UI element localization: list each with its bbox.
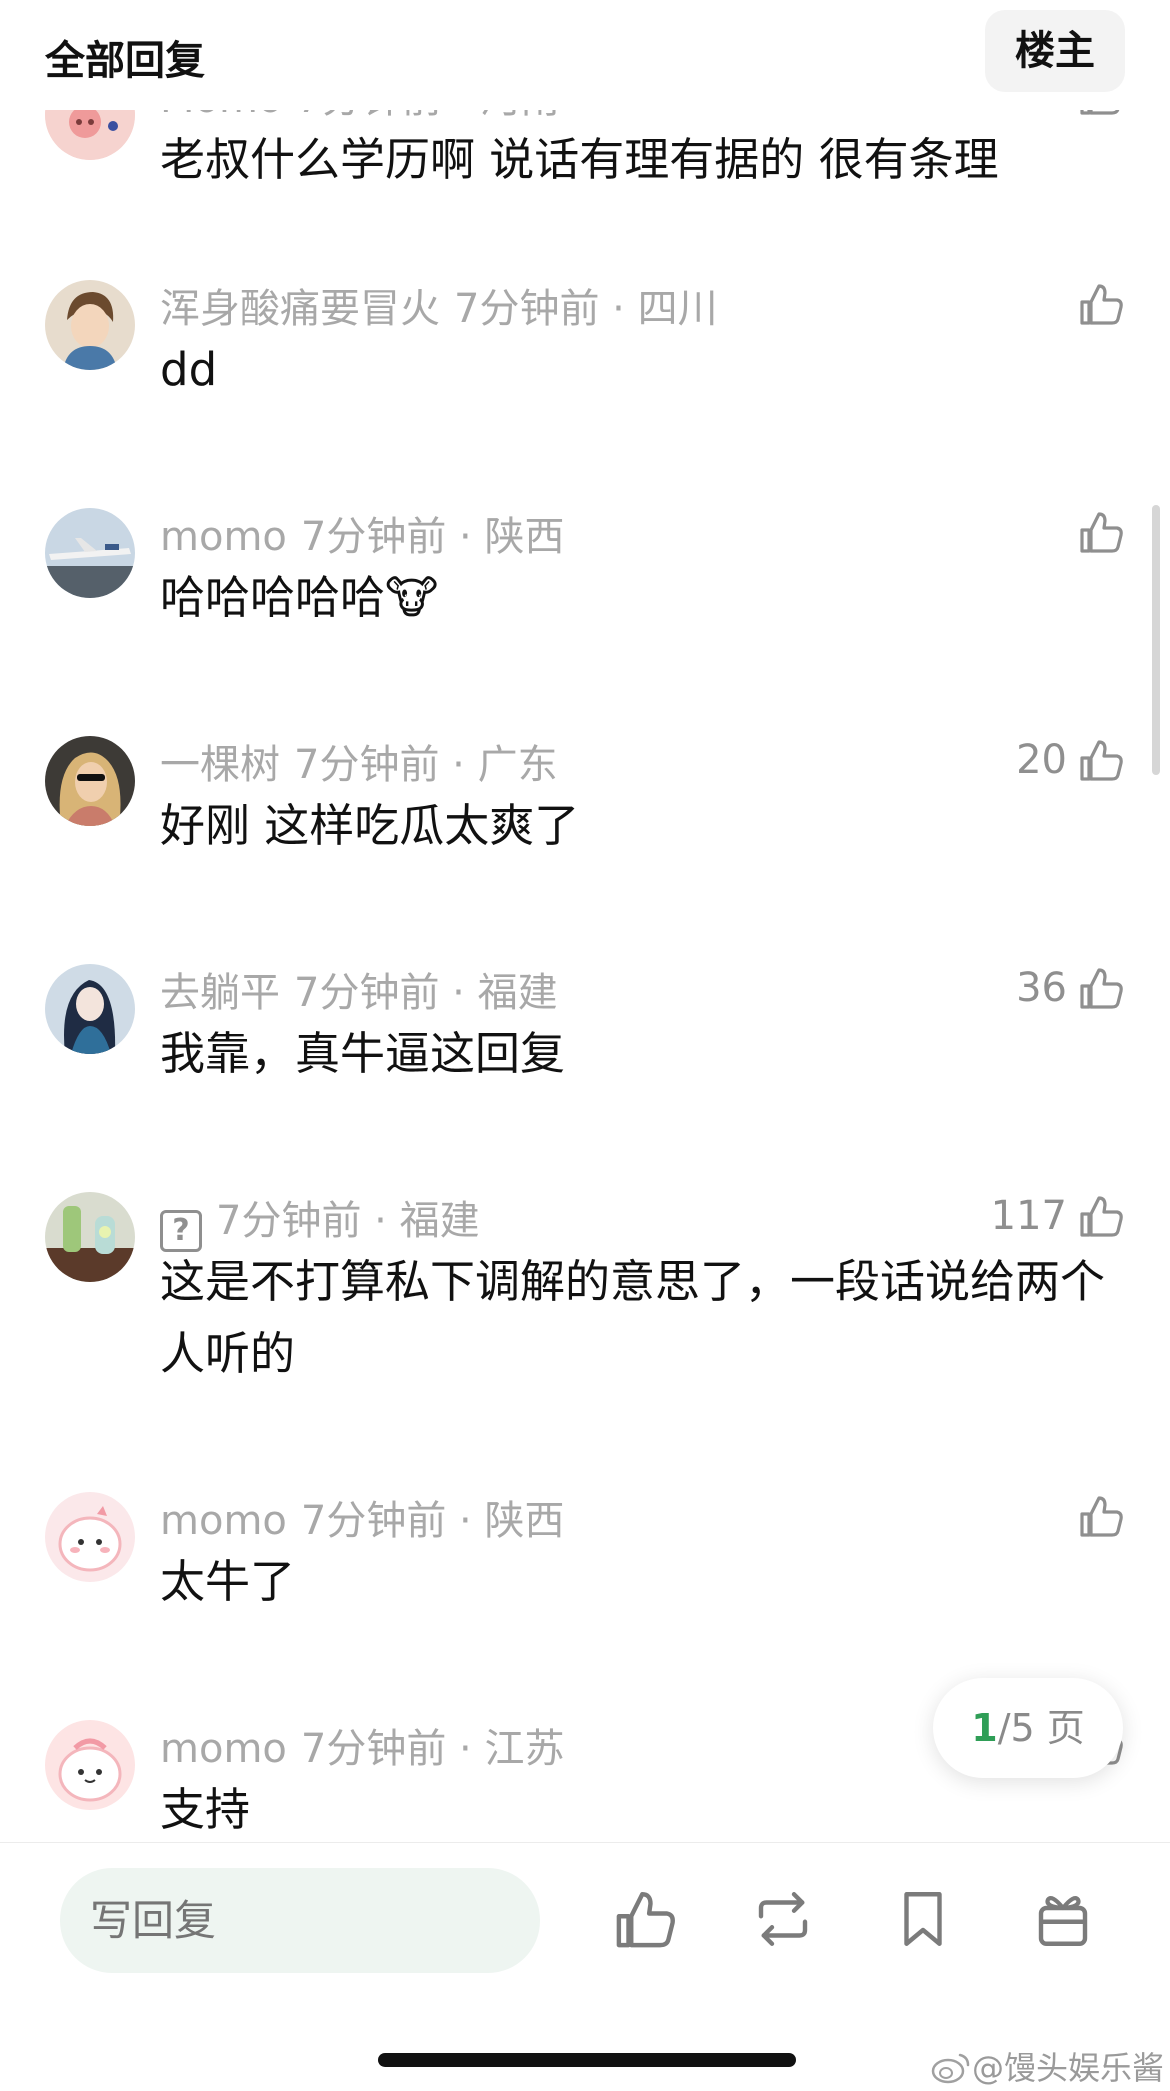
reply-input[interactable] <box>60 1868 540 1973</box>
watermark: @馒头娱乐酱 <box>930 2043 1164 2089</box>
list-item: 去躺平 7分钟前 · 福建 36 我靠，真牛逼这回复 <box>0 964 1170 1134</box>
comment-meta: 一棵树 7分钟前 · 广东 <box>160 742 558 788</box>
home-indicator[interactable] <box>378 2053 796 2067</box>
like-count: 36 <box>1016 965 1067 1011</box>
like-button[interactable] <box>1077 274 1125 334</box>
comment-meta: momo 7分钟前 · 陕西 <box>160 1498 565 1544</box>
avatar[interactable] <box>45 1192 135 1282</box>
avatar[interactable] <box>45 508 135 598</box>
list-item: 浑身酸痛要冒火 7分钟前 · 四川 dd <box>0 280 1170 450</box>
like-button[interactable]: 36 <box>1016 958 1125 1018</box>
like-button[interactable] <box>1077 1486 1125 1546</box>
comment-text: 支持 <box>160 1783 251 1836</box>
gift-icon[interactable] <box>1030 1886 1096 1952</box>
thumbs-up-icon <box>1080 110 1120 115</box>
commenter-name[interactable]: momo <box>160 514 287 560</box>
avatar[interactable] <box>45 736 135 826</box>
like-button[interactable]: 31 <box>1016 110 1125 124</box>
like-button[interactable]: 117 <box>991 1186 1125 1246</box>
comment-meta: 去躺平 7分钟前 · 福建 <box>160 970 558 1016</box>
header: 全部回复 楼主 <box>0 0 1170 110</box>
repost-icon[interactable] <box>750 1886 816 1952</box>
comment-text: 老叔什么学历啊 说话有理有据的 很有条理 <box>160 133 999 186</box>
comment-text: 哈哈哈哈哈🐮 <box>160 571 439 624</box>
commenter-name[interactable]: 浑身酸痛要冒火 <box>160 286 440 332</box>
comment-list[interactable]: Momo7分钟前 · 河南 31 老叔什么学历啊 说话有理有据的 很有条理 浑身… <box>0 110 1170 1842</box>
thumbs-up-icon <box>1080 968 1123 1009</box>
comment-text: 太牛了 <box>160 1555 296 1608</box>
commenter-name[interactable]: Momo <box>160 110 282 122</box>
comment-text: 我靠，真牛逼这回复 <box>160 1027 566 1080</box>
thumbs-up-icon <box>1080 1496 1123 1537</box>
like-button[interactable] <box>1077 502 1125 562</box>
avatar[interactable] <box>45 280 135 370</box>
owner-only-button[interactable]: 楼主 <box>985 10 1125 92</box>
comment-text: 好刚 这样吃瓜太爽了 <box>160 799 580 852</box>
page-indicator[interactable]: 1/5 页 <box>933 1678 1123 1778</box>
comment-text: 这是不打算私下调解的意思了，一段话说给两个人听的 <box>160 1255 1106 1380</box>
thumbs-up-icon <box>1080 740 1123 781</box>
commenter-name[interactable]: 去躺平 <box>160 970 280 1016</box>
commenter-name[interactable]: momo <box>160 1726 287 1772</box>
page-title: 全部回复 <box>45 38 205 84</box>
avatar[interactable] <box>45 1720 135 1810</box>
cow-emoji: 🐮 <box>385 571 439 624</box>
avatar[interactable] <box>45 964 135 1054</box>
avatar[interactable] <box>45 1492 135 1582</box>
thumbs-up-icon <box>1080 512 1123 553</box>
scrollbar[interactable] <box>1152 505 1160 775</box>
like-count: 117 <box>990 1193 1067 1239</box>
current-page: 1 <box>971 1706 998 1750</box>
like-count: 31 <box>1016 110 1067 117</box>
comment-meta: momo 7分钟前 · 陕西 <box>160 514 565 560</box>
commenter-name[interactable]: momo <box>160 1498 287 1544</box>
list-item: momo 7分钟前 · 陕西 哈哈哈哈哈🐮 <box>0 508 1170 678</box>
thumbs-up-icon <box>1080 284 1123 325</box>
like-button[interactable]: 20 <box>1016 730 1125 790</box>
comment-text: dd <box>160 343 218 396</box>
commenter-name[interactable]: 一棵树 <box>160 742 280 788</box>
comment-meta: 浑身酸痛要冒火 7分钟前 · 四川 <box>160 286 718 332</box>
list-item: momo 7分钟前 · 陕西 太牛了 <box>0 1492 1170 1662</box>
total-pages: /5 页 <box>997 1706 1085 1750</box>
bookmark-icon[interactable] <box>890 1886 956 1952</box>
comment-meta: ? 7分钟前 · 福建 <box>160 1188 480 1252</box>
thumbs-up-icon[interactable] <box>612 1886 678 1952</box>
like-count: 20 <box>1016 737 1067 783</box>
avatar[interactable] <box>45 110 135 160</box>
bottom-action-bar: @馒头娱乐酱 <box>0 1842 1170 2091</box>
weibo-logo-icon <box>931 2053 970 2084</box>
thumbs-up-icon <box>1080 1196 1123 1237</box>
comment-meta: Momo7分钟前 · 河南 <box>160 110 560 124</box>
list-item: Momo7分钟前 · 河南 31 老叔什么学历啊 说话有理有据的 很有条理 <box>0 110 1170 240</box>
list-item: ? 7分钟前 · 福建 117 这是不打算私下调解的意思了，一段话说给两个人听的 <box>0 1192 1170 1422</box>
list-item: 一棵树 7分钟前 · 广东 20 好刚 这样吃瓜太爽了 <box>0 736 1170 906</box>
comment-meta: momo 7分钟前 · 江苏 <box>160 1726 565 1772</box>
